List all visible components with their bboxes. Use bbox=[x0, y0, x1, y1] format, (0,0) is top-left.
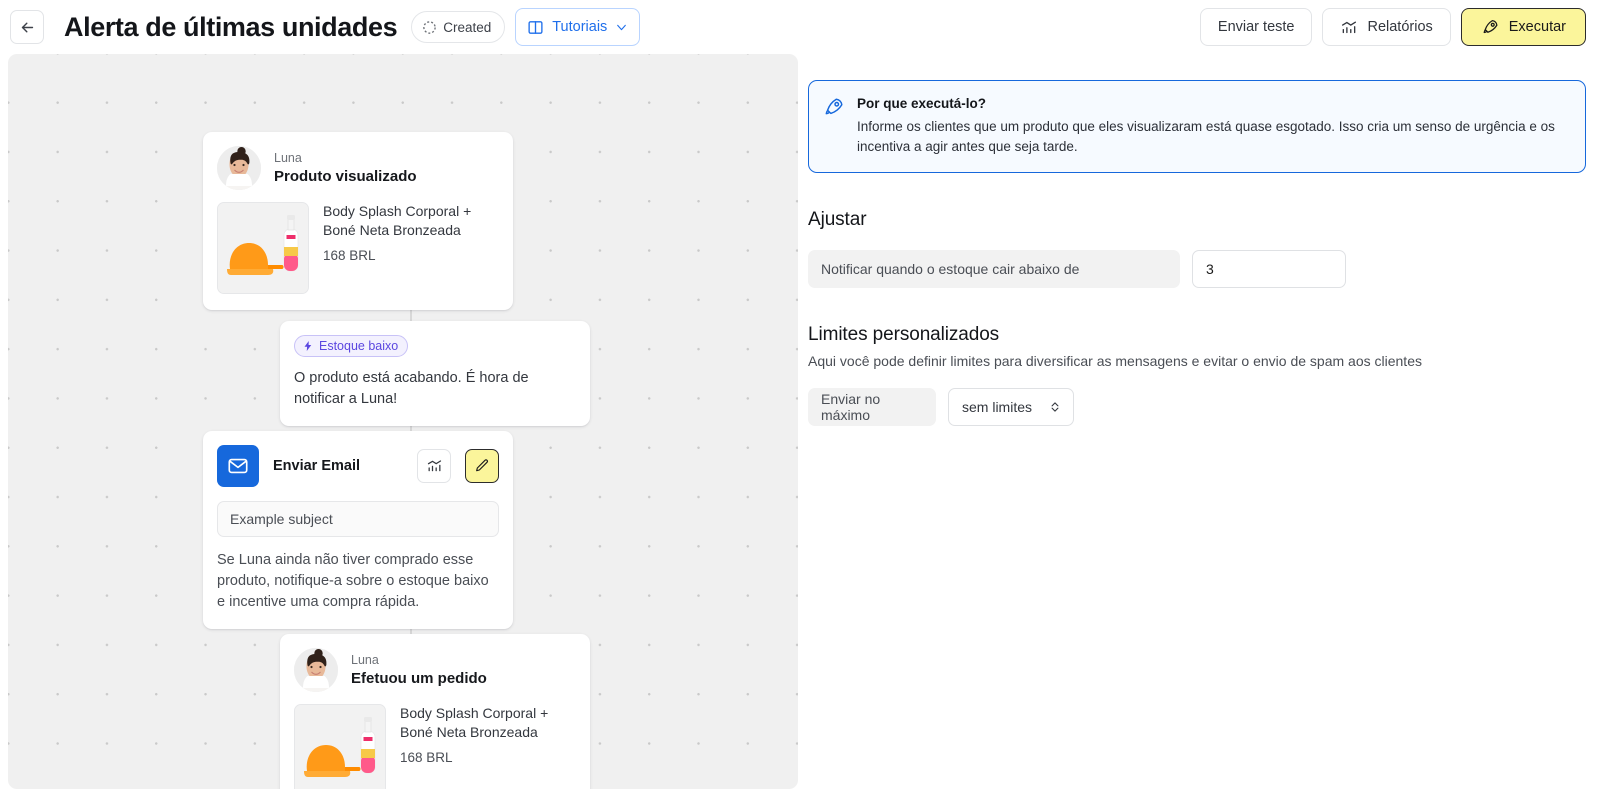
limits-section-title: Limites personalizados bbox=[808, 324, 1000, 345]
lightning-icon bbox=[302, 340, 314, 352]
customer-action: Efetuou um pedido bbox=[351, 669, 487, 687]
pencil-icon bbox=[474, 458, 490, 474]
stock-threshold-row: Notificar quando o estoque cair abaixo d… bbox=[808, 250, 1586, 288]
status-badge[interactable]: Created bbox=[411, 11, 506, 43]
product-image bbox=[217, 202, 309, 294]
page-title: Alerta de últimas unidades bbox=[64, 11, 398, 42]
why-run-title: Por que executá-lo? bbox=[857, 96, 987, 111]
adjust-section-title: Ajustar bbox=[808, 209, 867, 230]
stock-threshold-input[interactable]: 3 bbox=[1192, 250, 1346, 288]
limits-prefix-label: Enviar no máximo bbox=[808, 388, 936, 426]
why-run-callout: Por que executá-lo? Informe os clientes … bbox=[808, 80, 1586, 173]
reports-label: Relatórios bbox=[1367, 19, 1433, 35]
back-button[interactable] bbox=[10, 10, 44, 44]
status-badge: Estoque baixo bbox=[294, 335, 409, 357]
dashed-circle-icon bbox=[422, 20, 437, 35]
chart-icon bbox=[426, 458, 443, 474]
email-description: Se Luna ainda não tiver comprado esse pr… bbox=[217, 552, 489, 610]
customer-action: Produto visualizado bbox=[274, 167, 417, 185]
run-button[interactable]: Executar bbox=[1460, 8, 1586, 46]
avatar bbox=[217, 146, 261, 190]
main-layout: Luna Produto visualizado Body Splash Cor… bbox=[0, 54, 1600, 789]
chart-icon bbox=[1340, 19, 1358, 36]
tutorials-label: Tutoriais bbox=[552, 19, 608, 35]
rocket-icon bbox=[1481, 18, 1500, 36]
email-action-title: Enviar Email bbox=[273, 458, 361, 474]
stock-threshold-value: 3 bbox=[1206, 261, 1214, 277]
product-row: Body Splash Corporal + Boné Neta Bronzea… bbox=[280, 698, 590, 789]
chevron-down-icon bbox=[615, 21, 628, 34]
header-actions: Enviar teste Relatórios Executar bbox=[1199, 8, 1586, 46]
settings-panel: Por que executá-lo? Informe os clientes … bbox=[808, 54, 1586, 789]
customer-meta: Luna Efetuou um pedido bbox=[351, 652, 487, 689]
run-label: Executar bbox=[1508, 19, 1566, 35]
why-run-body: Informe os clientes que um produto que e… bbox=[857, 119, 1555, 154]
customer-name: Luna bbox=[351, 652, 379, 667]
email-subject-value: Example subject bbox=[230, 511, 333, 527]
trigger-text: O produto está acabando. É hora de notif… bbox=[294, 370, 529, 407]
stock-threshold-label: Notificar quando o estoque cair abaixo d… bbox=[808, 250, 1180, 288]
customer-meta: Luna Produto visualizado bbox=[274, 150, 417, 187]
send-test-label: Enviar teste bbox=[1217, 19, 1295, 35]
flow-node-send-email[interactable]: Enviar Email Example subject Se Luna ain… bbox=[203, 431, 513, 629]
limits-select-value: sem limites bbox=[962, 399, 1033, 415]
customer-header: Luna Efetuou um pedido bbox=[280, 634, 590, 698]
reports-button[interactable]: Relatórios bbox=[1322, 8, 1451, 46]
flow-node-low-stock-trigger[interactable]: Estoque baixo O produto está acabando. É… bbox=[280, 321, 590, 426]
why-run-content: Por que executá-lo? Informe os clientes … bbox=[857, 95, 1567, 157]
email-edit-button[interactable] bbox=[465, 449, 499, 483]
arrow-left-icon bbox=[19, 19, 36, 36]
envelope-icon bbox=[217, 445, 259, 487]
email-subject-input[interactable]: Example subject bbox=[217, 501, 499, 537]
product-info: Body Splash Corporal + Boné Neta Bronzea… bbox=[323, 202, 497, 294]
app-header: Alerta de últimas unidades Created Tutor… bbox=[0, 0, 1600, 54]
tutorials-button[interactable]: Tutoriais bbox=[515, 8, 641, 46]
flow-canvas[interactable]: Luna Produto visualizado Body Splash Cor… bbox=[8, 54, 798, 789]
product-info: Body Splash Corporal + Boné Neta Bronzea… bbox=[400, 704, 574, 789]
flow-node-order-placed[interactable]: Luna Efetuou um pedido Body Splash Corpo… bbox=[280, 634, 590, 789]
book-icon bbox=[527, 19, 544, 36]
status-badge-label: Created bbox=[443, 19, 492, 35]
flow-node-product-viewed[interactable]: Luna Produto visualizado Body Splash Cor… bbox=[203, 132, 513, 310]
product-title: Body Splash Corporal + Boné Neta Bronzea… bbox=[323, 203, 472, 238]
product-row: Body Splash Corporal + Boné Neta Bronzea… bbox=[203, 196, 513, 310]
rocket-icon bbox=[823, 95, 845, 157]
product-price: 168 BRL bbox=[323, 248, 376, 263]
limits-section-subtitle: Aqui você pode definir limites para dive… bbox=[808, 353, 1422, 369]
customer-name: Luna bbox=[274, 150, 302, 165]
product-price: 168 BRL bbox=[400, 750, 453, 765]
avatar bbox=[294, 648, 338, 692]
send-test-button[interactable]: Enviar teste bbox=[1199, 8, 1313, 46]
email-header: Enviar Email bbox=[203, 431, 513, 487]
email-stats-button[interactable] bbox=[417, 449, 451, 483]
chevron-up-down-icon bbox=[1048, 399, 1062, 415]
limits-row: Enviar no máximo sem limites bbox=[808, 388, 1586, 426]
customer-header: Luna Produto visualizado bbox=[203, 132, 513, 196]
product-image bbox=[294, 704, 386, 789]
badge-label: Estoque baixo bbox=[319, 339, 399, 353]
product-title: Body Splash Corporal + Boné Neta Bronzea… bbox=[400, 705, 549, 740]
limits-select[interactable]: sem limites bbox=[948, 388, 1075, 426]
